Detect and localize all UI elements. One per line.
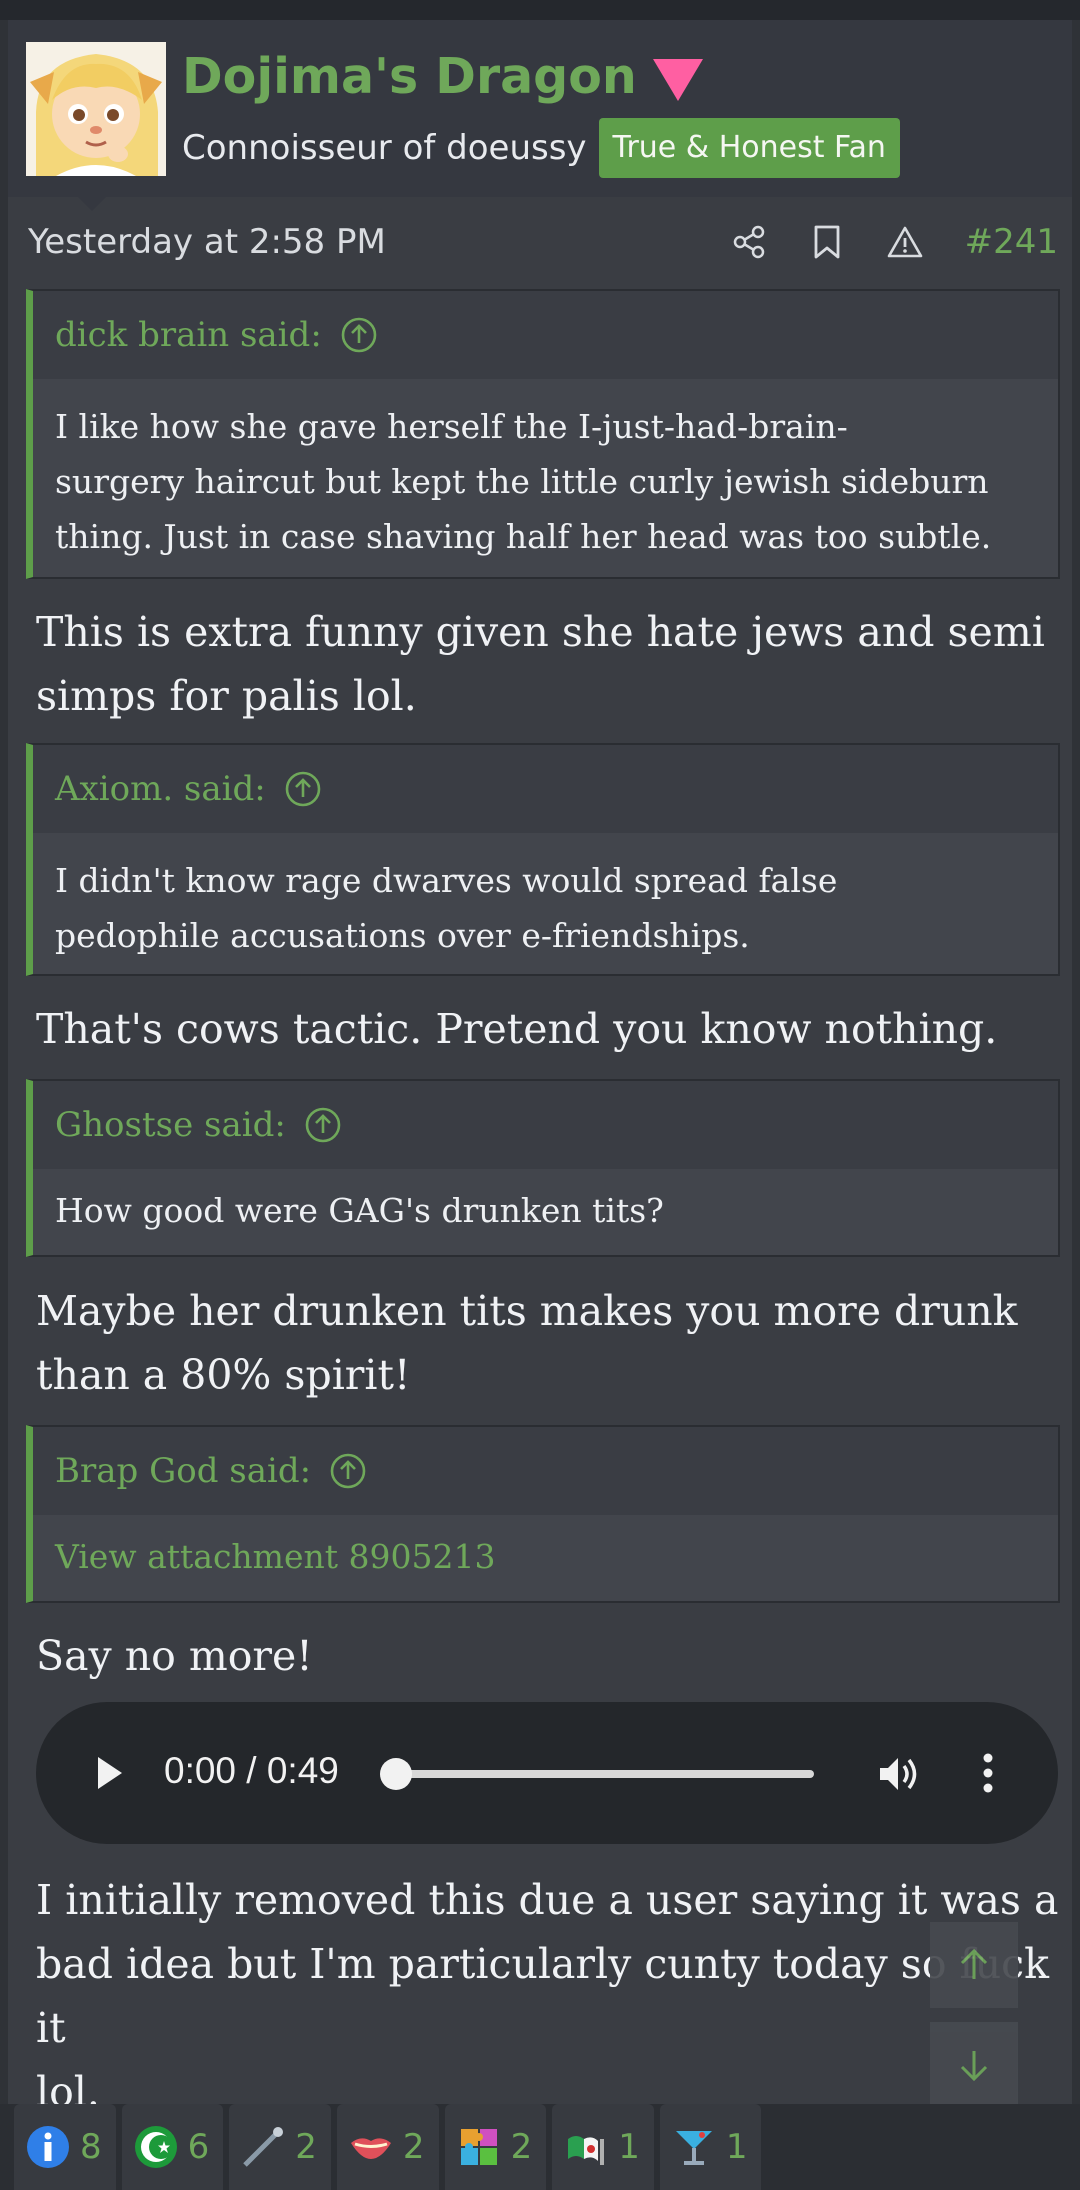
post-text: I initially removed this due a user sayi…: [36, 1868, 1066, 2124]
post-date[interactable]: Yesterday at 2:58 PM: [28, 222, 386, 262]
quote-header[interactable]: dick brain said:: [33, 291, 1058, 379]
quote-body: How good were GAG's drunken tits?: [33, 1169, 1058, 1255]
text-line: simps for palis lol.: [36, 672, 417, 720]
avatar-pointer: [78, 197, 106, 211]
jump-up-icon[interactable]: [340, 316, 378, 354]
reaction-puzzle[interactable]: 2: [444, 2104, 547, 2190]
volume-icon[interactable]: [876, 1752, 922, 1800]
more-options-icon[interactable]: [980, 1750, 996, 1800]
text-line: That's cows tactic. Pretend you know not…: [36, 1005, 998, 1053]
post-text: This is extra funny given she hate jews …: [36, 600, 1066, 728]
user-header: Dojima's Dragon Connoisseur of doeussy T…: [8, 20, 1072, 197]
scroll-top-button[interactable]: [930, 1922, 1018, 2008]
informative-icon: [26, 2125, 70, 2169]
quote-body: I like how she gave herself the I-just-h…: [33, 379, 1058, 577]
reaction-cocktail[interactable]: 1: [659, 2104, 762, 2190]
text-line: than a 80% spirit!: [36, 1351, 411, 1399]
reaction-count: 2: [295, 2127, 317, 2167]
quote-author[interactable]: Axiom. said:: [55, 769, 266, 809]
jump-up-icon[interactable]: [284, 770, 322, 808]
quote-body: View attachment 8905213: [33, 1515, 1058, 1601]
cocktail-icon: [672, 2125, 716, 2169]
post-text: Say no more!: [36, 1624, 1066, 1688]
pink-triangle-icon: [652, 58, 703, 101]
reaction-count: 8: [80, 2127, 102, 2167]
audio-progress-track[interactable]: [396, 1770, 814, 1778]
quote-header[interactable]: Brap God said:: [33, 1427, 1058, 1515]
quote-block: Ghostse said: How good were GAG's drunke…: [26, 1079, 1060, 1257]
avatar-image: [26, 42, 166, 176]
reaction-count: 6: [187, 2127, 210, 2167]
bookmark-icon[interactable]: [807, 222, 847, 262]
quote-line: thing. Just in case shaving half her hea…: [55, 517, 992, 556]
report-icon[interactable]: [885, 222, 925, 262]
quote-author[interactable]: Ghostse said:: [55, 1105, 286, 1145]
reaction-lips[interactable]: 2: [336, 2104, 439, 2190]
user-badge: True & Honest Fan: [598, 118, 900, 178]
play-icon[interactable]: [92, 1751, 128, 1799]
reaction-flag[interactable]: 1: [552, 2104, 654, 2190]
post-number[interactable]: #241: [965, 222, 1058, 262]
reaction-count: 1: [725, 2127, 748, 2167]
arrow-up-icon: [960, 1948, 988, 1979]
post: Dojima's Dragon Connoisseur of doeussy T…: [8, 20, 1072, 2190]
share-icon[interactable]: [729, 222, 769, 262]
reaction-count: 2: [402, 2127, 425, 2167]
arrow-down-icon: [960, 2051, 988, 2082]
post-meta: Yesterday at 2:58 PM #241: [28, 216, 1058, 268]
quote-header[interactable]: Axiom. said:: [33, 745, 1058, 833]
text-line: This is extra funny given she hate jews …: [36, 608, 1045, 656]
quote-line: pedophile accusations over e-friendships…: [55, 916, 750, 955]
jump-up-icon[interactable]: [329, 1452, 367, 1490]
post-actions: #241: [691, 222, 1058, 262]
post-text: That's cows tactic. Pretend you know not…: [36, 997, 1066, 1061]
text-line: Maybe her drunken tits makes you more dr…: [36, 1287, 1018, 1335]
reaction-informative[interactable]: 8: [14, 2104, 116, 2190]
post-text: Maybe her drunken tits makes you more dr…: [36, 1279, 1066, 1407]
quote-line: How good were GAG's drunken tits?: [55, 1191, 664, 1230]
puzzle-icon: [457, 2125, 501, 2169]
quote-line: I like how she gave herself the I-just-h…: [55, 407, 848, 446]
top-strip: [0, 0, 1080, 20]
username[interactable]: Dojima's Dragon: [182, 48, 703, 105]
flag-icon: [564, 2125, 608, 2169]
reaction-count: 1: [618, 2127, 640, 2167]
text-line: Say no more!: [36, 1632, 313, 1680]
quote-line: surgery haircut but kept the little curl…: [55, 462, 989, 501]
islamic-content-icon: [134, 2125, 178, 2169]
audio-player: 0:00 / 0:49: [36, 1702, 1058, 1844]
scroll-bottom-button[interactable]: [930, 2022, 1018, 2108]
audio-time: 0:00 / 0:49: [164, 1750, 339, 1791]
attachment-link[interactable]: View attachment 8905213: [55, 1529, 1036, 1584]
user-title: Connoisseur of doeussy: [182, 128, 587, 168]
avatar[interactable]: [26, 42, 166, 176]
quote-block: dick brain said: I like how she gave her…: [26, 289, 1060, 579]
text-line: I initially removed this due a user sayi…: [36, 1876, 1059, 1924]
quote-body: I didn't know rage dwarves would spread …: [33, 833, 1058, 974]
audio-progress-knob[interactable]: [380, 1758, 412, 1790]
username-text[interactable]: Dojima's Dragon: [182, 48, 637, 105]
reactions-bar: 8 6 2 2 2 1 1: [0, 2104, 1080, 2190]
quote-block: Brap God said: View attachment 8905213: [26, 1425, 1060, 1603]
reaction-needle[interactable]: 2: [229, 2104, 331, 2190]
quote-author[interactable]: Brap God said:: [55, 1451, 311, 1491]
quote-block: Axiom. said: I didn't know rage dwarves …: [26, 743, 1060, 976]
lips-icon: [349, 2125, 393, 2169]
text-line: bad idea but I'm particularly cunty toda…: [36, 1940, 1049, 2052]
quote-author[interactable]: dick brain said:: [55, 315, 322, 355]
quote-line: I didn't know rage dwarves would spread …: [55, 861, 838, 900]
jump-up-icon[interactable]: [304, 1106, 342, 1144]
reaction-islamic-content[interactable]: 6: [121, 2104, 224, 2190]
quote-header[interactable]: Ghostse said:: [33, 1081, 1058, 1169]
user-title-row: Connoisseur of doeussy True & Honest Fan: [182, 118, 900, 178]
reaction-count: 2: [510, 2127, 533, 2167]
needle-icon: [241, 2125, 285, 2169]
